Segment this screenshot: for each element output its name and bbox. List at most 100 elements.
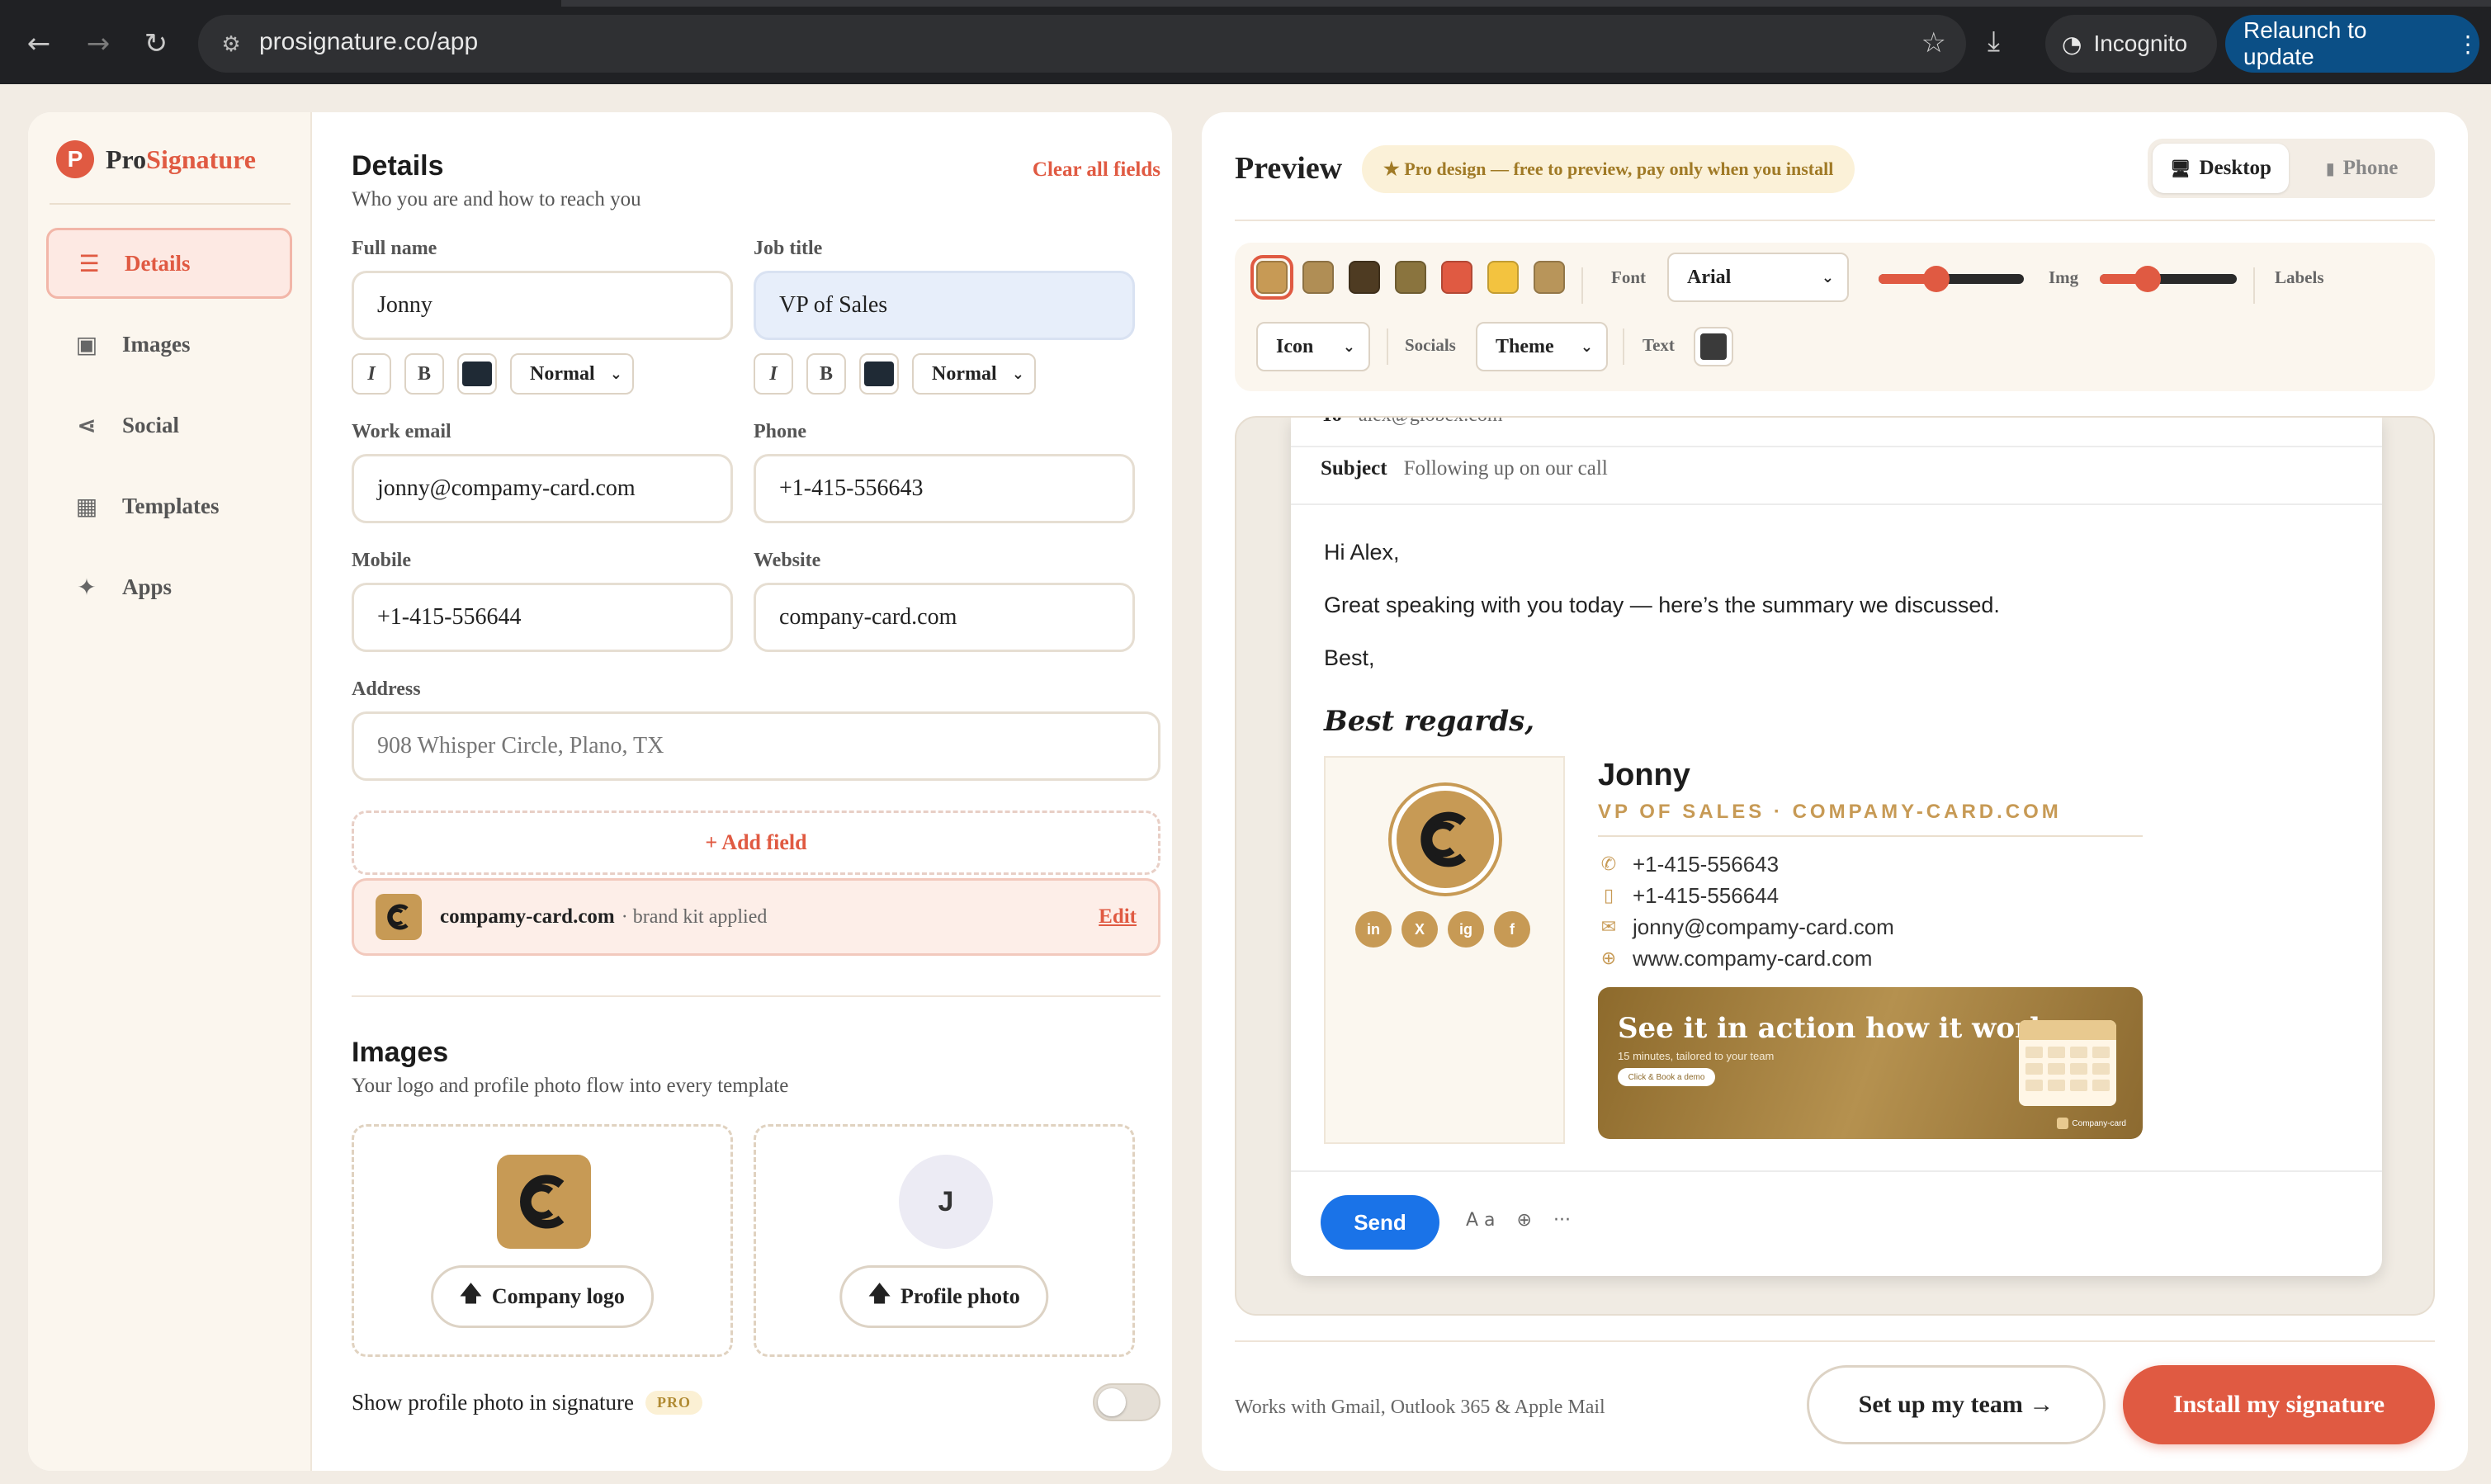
device-toggle: 🖥 Desktop ▮ Phone (2148, 139, 2435, 198)
more-options-icon[interactable]: ··· (1553, 1210, 1571, 1231)
text-color-picker[interactable] (859, 353, 899, 395)
email-preview-stage: To alex@globex.com Subject Following up on… (1235, 416, 2435, 1316)
linkedin-icon[interactable]: in (1355, 911, 1392, 948)
banner-cta-button[interactable]: Click & Book a demo (1618, 1068, 1715, 1086)
sidebar-item-apps[interactable]: ✦ Apps (46, 551, 292, 622)
font-weight-select[interactable]: Normal ⌄ (510, 353, 634, 395)
text-color-picker[interactable] (457, 353, 497, 395)
color-swatch[interactable] (1250, 255, 1293, 300)
banner-title: See it in action how it works (1618, 1012, 2065, 1045)
kebab-menu-icon[interactable]: ⋮ (2456, 31, 2479, 58)
signature-banner[interactable]: See it in action how it works 15 minutes… (1598, 987, 2143, 1139)
slider-knob[interactable] (2134, 266, 2162, 292)
font-weight-select[interactable]: Normal ⌄ (912, 353, 1036, 395)
share-icon: ⋖ (77, 411, 97, 439)
to-value: alex@globex.com (1359, 418, 1503, 426)
desktop-tab[interactable]: 🖥 Desktop (2153, 144, 2289, 193)
signature-name: Jonny (1598, 758, 1690, 792)
list-icon: ☰ (78, 249, 100, 277)
download-icon[interactable]: ⤓ (1988, 25, 2000, 58)
theme-select[interactable]: Theme ⌄ (1476, 322, 1608, 371)
bold-button[interactable]: B (404, 353, 444, 395)
profile-photo-dropzone[interactable]: J 🡅 Profile photo (754, 1124, 1135, 1357)
sidebar-item-images[interactable]: ▣ Images (46, 309, 292, 380)
icon-style-select[interactable]: Icon ⌄ (1256, 322, 1370, 371)
work-email-input[interactable]: jonny@compamy-card.com (352, 454, 733, 523)
full-name-input[interactable]: Jonny (352, 271, 733, 340)
upload-company-logo-label: Company logo (491, 1284, 625, 1308)
instagram-icon[interactable]: ig (1448, 911, 1484, 948)
upload-company-logo-button[interactable]: 🡅 Company logo (431, 1265, 654, 1328)
font-size-slider[interactable] (1879, 266, 2024, 292)
clear-all-fields-link[interactable]: Clear all fields (1033, 158, 1160, 182)
image-size-slider[interactable] (2100, 266, 2237, 292)
sidebar-item-templates[interactable]: ▦ Templates (46, 470, 292, 541)
color-swatch[interactable] (1534, 261, 1565, 294)
color-swatch[interactable] (1441, 261, 1472, 294)
show-profile-photo-toggle[interactable] (1093, 1383, 1160, 1421)
address-input[interactable]: 908 Whisper Circle, Plano, TX (352, 711, 1160, 781)
forward-arrow-icon[interactable]: → (79, 25, 117, 63)
upload-profile-photo-button[interactable]: 🡅 Profile photo (839, 1265, 1049, 1328)
mobile-input[interactable]: +1-415-556644 (352, 583, 733, 652)
send-button[interactable]: Send (1321, 1195, 1439, 1250)
brand-logo[interactable]: P ProSignature (56, 140, 256, 178)
sidebar-item-social[interactable]: ⋖ Social (46, 390, 292, 461)
install-signature-button[interactable]: Install my signature (2123, 1365, 2435, 1444)
email-body: Great speaking with you today — here’s t… (1324, 593, 2000, 617)
upload-arrow-icon: 🡅 (460, 1282, 482, 1307)
brand-mark-icon: P (56, 140, 94, 178)
italic-button[interactable]: I (352, 353, 391, 395)
phone-input[interactable]: +1-415-556643 (754, 454, 1135, 523)
font-select[interactable]: Arial ⌄ (1667, 253, 1849, 302)
job-title-input[interactable]: VP of Sales (754, 271, 1135, 340)
reload-icon[interactable]: ↻ (137, 25, 175, 63)
job-title-format-row: I B Normal ⌄ (754, 353, 1036, 395)
job-title-label: Job title (754, 238, 823, 259)
banner-brand-label: Company-card (2072, 1118, 2126, 1128)
editor-panel: P ProSignature ☰ Details ▣ Images ⋖ Soci… (28, 112, 1172, 1471)
sidebar-item-label: Templates (122, 493, 220, 518)
active-tab[interactable] (0, 0, 561, 7)
bookmark-star-icon[interactable]: ☆ (1921, 26, 1946, 59)
slider-knob[interactable] (1923, 266, 1950, 292)
back-arrow-icon[interactable]: ← (20, 25, 58, 63)
facebook-icon[interactable]: f (1494, 911, 1530, 948)
x-icon[interactable]: X (1401, 911, 1438, 948)
brand-kit-edit-link[interactable]: Edit (1099, 905, 1137, 929)
images-title: Images (352, 1037, 449, 1068)
sidebar-item-details[interactable]: ☰ Details (46, 228, 292, 299)
color-swatch[interactable] (1302, 261, 1334, 294)
compose-footer: Send A a ⊕ ··· (1291, 1170, 2382, 1276)
labels-toggle[interactable]: Labels (2275, 267, 2324, 288)
format-text-icon[interactable]: A a (1466, 1210, 1496, 1231)
bold-button[interactable]: B (806, 353, 846, 395)
phone-tab[interactable]: ▮ Phone (2294, 144, 2430, 193)
company-logo-image (497, 1155, 591, 1249)
signature-email-value: jonny@compamy-card.com (1633, 915, 1894, 939)
signature-email: ✉ jonny@compamy-card.com (1598, 915, 1894, 940)
attach-icon[interactable]: ⊕ (1517, 1210, 1532, 1231)
incognito-indicator[interactable]: ◔ Incognito (2045, 15, 2217, 73)
add-field-button[interactable]: + Add field (352, 811, 1160, 875)
font-weight-value: Normal (530, 362, 595, 385)
set-up-team-button[interactable]: Set up my team → (1807, 1365, 2106, 1444)
website-input[interactable]: company-card.com (754, 583, 1135, 652)
site-settings-icon[interactable]: ⚙ (216, 30, 246, 59)
pro-badge: PRO (645, 1391, 702, 1415)
address-bar[interactable]: ⚙ prosignature.co/app ☆ (198, 15, 1966, 73)
desktop-label: Desktop (2199, 157, 2271, 179)
color-swatch[interactable] (1395, 261, 1426, 294)
details-subtitle: Who you are and how to reach you (352, 188, 641, 210)
sidebar-divider (50, 203, 291, 205)
profile-avatar: J (899, 1155, 993, 1249)
italic-button[interactable]: I (754, 353, 793, 395)
color-swatch[interactable] (1487, 261, 1519, 294)
text-color-picker[interactable] (1694, 327, 1733, 366)
company-logo-dropzone[interactable]: 🡅 Company logo (352, 1124, 733, 1357)
relaunch-button[interactable]: Relaunch to update ⋮ (2225, 15, 2479, 73)
color-swatch[interactable] (1349, 261, 1380, 294)
image-icon: ▣ (75, 330, 98, 358)
preview-title: Preview (1235, 151, 1343, 186)
signature-logo (1392, 786, 1499, 893)
